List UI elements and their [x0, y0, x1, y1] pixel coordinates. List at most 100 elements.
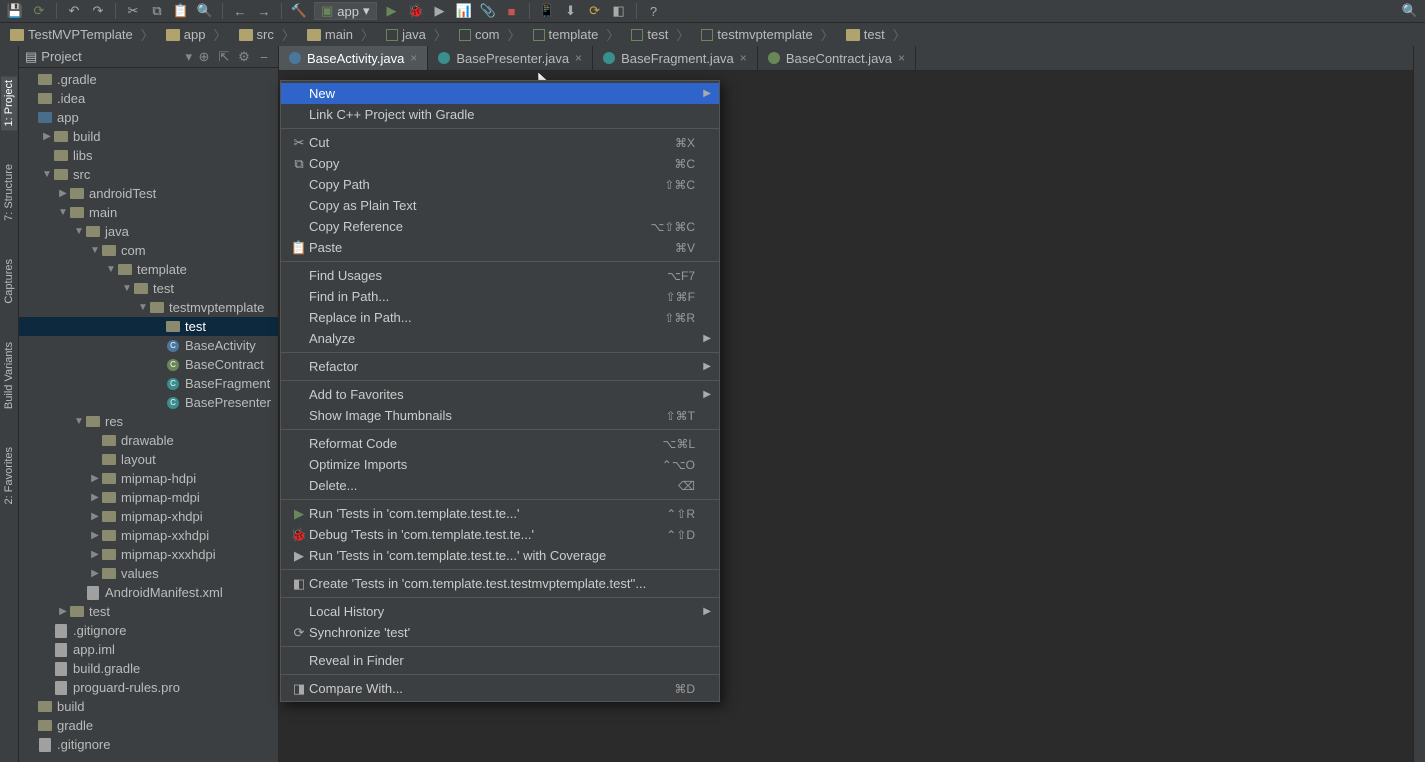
- tree-row[interactable]: drawable: [19, 431, 278, 450]
- tree-row[interactable]: libs: [19, 146, 278, 165]
- menu-item[interactable]: ▶Run 'Tests in 'com.template.test.te...'…: [281, 503, 719, 524]
- breadcrumb-item[interactable]: test: [840, 25, 912, 44]
- tree-row[interactable]: .gitignore: [19, 735, 278, 754]
- breadcrumb-item[interactable]: test: [625, 25, 695, 44]
- expand-arrow-icon[interactable]: ▼: [73, 226, 85, 237]
- menu-item[interactable]: 🐞Debug 'Tests in 'com.template.test.te..…: [281, 524, 719, 545]
- expand-arrow-icon[interactable]: ▼: [121, 283, 133, 294]
- hide-icon[interactable]: ⎯: [256, 49, 272, 65]
- tree-row[interactable]: app.iml: [19, 640, 278, 659]
- tool-window-tab[interactable]: Captures: [1, 255, 17, 308]
- tree-row[interactable]: ▼com: [19, 241, 278, 260]
- menu-item[interactable]: Replace in Path...⇧⌘R: [281, 307, 719, 328]
- breadcrumb-item[interactable]: template: [527, 25, 626, 44]
- expand-arrow-icon[interactable]: ▼: [73, 416, 85, 427]
- breadcrumb-item[interactable]: java: [380, 25, 453, 44]
- expand-arrow-icon[interactable]: ▶: [89, 492, 101, 503]
- tree-row[interactable]: CBaseActivity: [19, 336, 278, 355]
- menu-item[interactable]: ◨Compare With...⌘D: [281, 678, 719, 699]
- structure-icon[interactable]: ◧: [610, 2, 628, 20]
- sync-icon[interactable]: ⟳: [586, 2, 604, 20]
- find-icon[interactable]: 🔍: [196, 2, 214, 20]
- tree-row[interactable]: ▼main: [19, 203, 278, 222]
- tree-row[interactable]: CBasePresenter: [19, 393, 278, 412]
- editor-tab[interactable]: BaseContract.java×: [758, 46, 916, 70]
- tree-row[interactable]: ▼res: [19, 412, 278, 431]
- tree-row[interactable]: ▶mipmap-xxxhdpi: [19, 545, 278, 564]
- breadcrumb-item[interactable]: app: [160, 25, 233, 44]
- menu-item[interactable]: Delete...⌫: [281, 475, 719, 496]
- project-tree[interactable]: .gradle.ideaapp▶buildlibs▼src▶androidTes…: [19, 68, 278, 762]
- run-icon[interactable]: ▶: [383, 2, 401, 20]
- expand-arrow-icon[interactable]: ▼: [57, 207, 69, 218]
- editor-tab[interactable]: BaseFragment.java×: [593, 46, 758, 70]
- expand-arrow-icon[interactable]: ▶: [89, 511, 101, 522]
- cut-icon[interactable]: ✂: [124, 2, 142, 20]
- tree-row[interactable]: ▼java: [19, 222, 278, 241]
- breadcrumb-item[interactable]: main: [301, 25, 380, 44]
- run-config-combo[interactable]: ▣ app ▾: [314, 2, 377, 20]
- tree-row[interactable]: proguard-rules.pro: [19, 678, 278, 697]
- menu-item[interactable]: Show Image Thumbnails⇧⌘T: [281, 405, 719, 426]
- stop-icon[interactable]: ■: [503, 2, 521, 20]
- menu-item[interactable]: ✂Cut⌘X: [281, 132, 719, 153]
- menu-item[interactable]: ⟳Synchronize 'test': [281, 622, 719, 643]
- build-icon[interactable]: 🔨: [290, 2, 308, 20]
- tree-row[interactable]: ▼testmvptemplate: [19, 298, 278, 317]
- menu-item[interactable]: ⧉Copy⌘C: [281, 153, 719, 174]
- menu-item[interactable]: Copy Path⇧⌘C: [281, 174, 719, 195]
- expand-arrow-icon[interactable]: ▶: [89, 530, 101, 541]
- expand-arrow-icon[interactable]: ▼: [89, 245, 101, 256]
- expand-arrow-icon[interactable]: ▼: [137, 302, 149, 313]
- menu-item[interactable]: Copy as Plain Text: [281, 195, 719, 216]
- expand-arrow-icon[interactable]: ▶: [89, 473, 101, 484]
- menu-item[interactable]: ◧Create 'Tests in 'com.template.test.tes…: [281, 573, 719, 594]
- save-icon[interactable]: 💾: [6, 2, 24, 20]
- back-icon[interactable]: ←: [231, 2, 249, 20]
- tree-row[interactable]: .gradle: [19, 70, 278, 89]
- breadcrumb-item[interactable]: TestMVPTemplate: [4, 25, 160, 44]
- redo-icon[interactable]: ↷: [89, 2, 107, 20]
- menu-item[interactable]: Refactor▶: [281, 356, 719, 377]
- expand-arrow-icon[interactable]: ▶: [41, 131, 53, 142]
- collapse-icon[interactable]: ⇱: [216, 49, 232, 65]
- tool-window-tab[interactable]: Build Variants: [1, 338, 17, 413]
- avd-icon[interactable]: 📱: [538, 2, 556, 20]
- tree-row[interactable]: ▶values: [19, 564, 278, 583]
- expand-arrow-icon[interactable]: ▶: [57, 188, 69, 199]
- expand-arrow-icon[interactable]: ▶: [89, 568, 101, 579]
- menu-item[interactable]: Reformat Code⌥⌘L: [281, 433, 719, 454]
- menu-item[interactable]: Find Usages⌥F7: [281, 265, 719, 286]
- menu-item[interactable]: Copy Reference⌥⇧⌘C: [281, 216, 719, 237]
- tool-window-tab[interactable]: 7: Structure: [1, 160, 17, 225]
- close-icon[interactable]: ×: [575, 51, 582, 65]
- profile-icon[interactable]: 📊: [455, 2, 473, 20]
- menu-item[interactable]: Reveal in Finder: [281, 650, 719, 671]
- tree-row[interactable]: ▶mipmap-mdpi: [19, 488, 278, 507]
- undo-icon[interactable]: ↶: [65, 2, 83, 20]
- close-icon[interactable]: ×: [898, 51, 905, 65]
- menu-item[interactable]: Analyze▶: [281, 328, 719, 349]
- menu-item[interactable]: Link C++ Project with Gradle: [281, 104, 719, 125]
- tree-row[interactable]: gradle: [19, 716, 278, 735]
- gear-icon[interactable]: ⚙: [236, 49, 252, 65]
- search-everywhere-icon[interactable]: 🔍: [1401, 2, 1419, 20]
- breadcrumb-item[interactable]: com: [453, 25, 527, 44]
- menu-item[interactable]: New▶: [281, 83, 719, 104]
- sdk-icon[interactable]: ⬇: [562, 2, 580, 20]
- tree-row[interactable]: .idea: [19, 89, 278, 108]
- tree-row[interactable]: test: [19, 317, 278, 336]
- coverage-icon[interactable]: ▶: [431, 2, 449, 20]
- help-icon[interactable]: ?: [645, 2, 663, 20]
- editor-tab[interactable]: BasePresenter.java×: [428, 46, 593, 70]
- tree-row[interactable]: ▶mipmap-xxhdpi: [19, 526, 278, 545]
- tree-row[interactable]: build: [19, 697, 278, 716]
- refresh-icon[interactable]: ⟳: [30, 2, 48, 20]
- copy-icon[interactable]: ⧉: [148, 2, 166, 20]
- breadcrumb-item[interactable]: src: [233, 25, 301, 44]
- debug-icon[interactable]: 🐞: [407, 2, 425, 20]
- expand-arrow-icon[interactable]: ▶: [89, 549, 101, 560]
- tree-row[interactable]: CBaseContract: [19, 355, 278, 374]
- expand-arrow-icon[interactable]: ▶: [57, 606, 69, 617]
- tree-row[interactable]: ▶androidTest: [19, 184, 278, 203]
